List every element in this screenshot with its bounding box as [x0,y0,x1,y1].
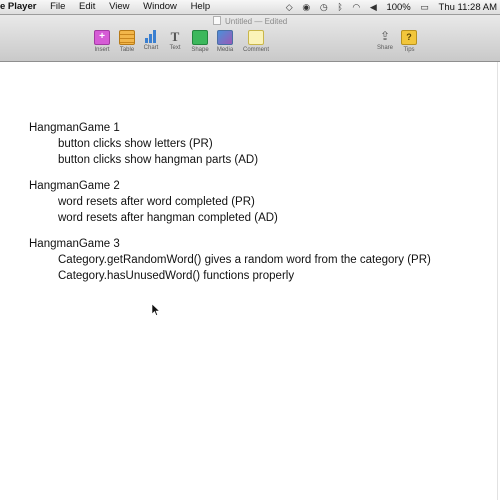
section-heading[interactable]: HangmanGame 3 [29,236,431,252]
chart-icon [144,30,158,43]
media-button[interactable]: Media [210,30,240,53]
battery-status[interactable]: 100% [386,2,410,13]
list-item[interactable]: word resets after hangman completed (AD) [29,210,278,226]
menu-list: e Player File Edit View Window Help [0,0,221,14]
comment-button[interactable]: Comment [241,30,271,53]
tips-icon: ? [401,30,417,45]
window-title: Untitled — Edited [0,16,500,26]
media-icon [217,30,233,45]
document-status: — Edited [254,17,288,26]
table-icon [119,30,135,45]
section-hangmangame-1: HangmanGame 1 button clicks show letters… [29,120,258,168]
clock[interactable]: Thu 11:28 AM [439,2,497,13]
list-item[interactable]: Category.hasUnusedWord() functions prope… [29,268,431,284]
share-icon: ⇪ [379,29,391,43]
comment-label: Comment [242,47,269,53]
section-heading[interactable]: HangmanGame 1 [29,120,258,136]
status-area: ◇ ◉ ◷ ᛒ ◠ ◀ 100% ▭ Thu 11:28 AM [279,0,497,15]
section-hangmangame-3: HangmanGame 3 Category.getRandomWord() g… [29,236,431,284]
comment-icon [248,30,264,45]
document-canvas[interactable]: HangmanGame 1 button clicks show letters… [0,62,500,500]
menu-file[interactable]: File [50,1,65,12]
app-menu[interactable]: e Player [0,1,36,12]
tips-button[interactable]: ? Tips [394,30,424,53]
list-item[interactable]: button clicks show hangman parts (AD) [29,152,258,168]
shape-icon [192,30,208,45]
media-label: Media [216,47,234,53]
menu-view[interactable]: View [109,1,129,12]
window-toolbar: Untitled — Edited + Insert Table Chart T… [0,15,500,62]
dropbox-icon[interactable]: ◇ [286,2,293,12]
volume-icon[interactable]: ◀ [370,2,377,12]
wifi-icon[interactable]: ◠ [352,2,360,12]
tips-label: Tips [403,47,415,53]
menu-help[interactable]: Help [191,1,211,12]
section-hangmangame-2: HangmanGame 2 word resets after word com… [29,178,278,226]
sync-icon[interactable]: ◉ [302,2,310,12]
text-icon: T [170,29,180,44]
document-title[interactable]: Untitled [225,17,252,26]
document-icon[interactable] [212,16,221,25]
menu-bar: e Player File Edit View Window Help ◇ ◉ … [0,0,500,15]
list-item[interactable]: button clicks show letters (PR) [29,136,258,152]
menu-edit[interactable]: Edit [79,1,95,12]
bluetooth-icon[interactable]: ᛒ [337,2,342,12]
time-machine-icon[interactable]: ◷ [320,2,328,12]
menu-window[interactable]: Window [143,1,177,12]
insert-icon: + [94,30,110,45]
list-item[interactable]: word resets after word completed (PR) [29,194,278,210]
list-item[interactable]: Category.getRandomWord() gives a random … [29,252,431,268]
document-page[interactable]: HangmanGame 1 button clicks show letters… [0,62,498,500]
section-heading[interactable]: HangmanGame 2 [29,178,278,194]
battery-icon[interactable]: ▭ [420,2,429,12]
